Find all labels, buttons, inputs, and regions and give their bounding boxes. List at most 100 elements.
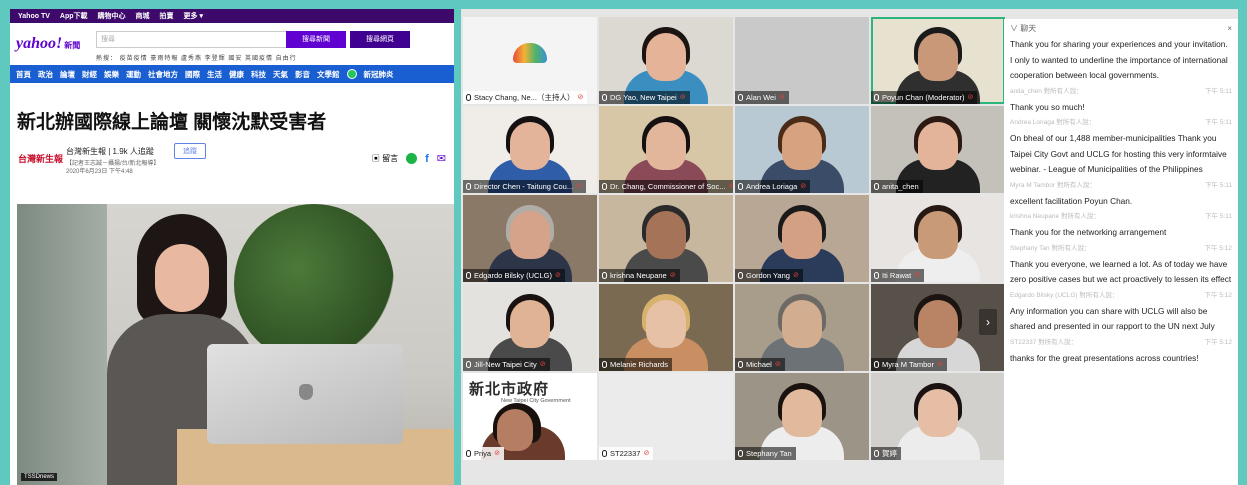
nav-tab[interactable]: 政治	[38, 69, 53, 80]
participant-tile[interactable]: Gordon Yang ⊘	[735, 195, 869, 282]
nav-tab[interactable]: 首頁	[16, 69, 31, 80]
nav-tab[interactable]: 國際	[185, 69, 200, 80]
yahoo-header: yahoo! 新聞 搜尋 搜尋新聞 搜尋網頁 熱搜： 疫苗疫情 豪雨特報 盧秀燕 …	[10, 23, 454, 65]
line-icon[interactable]	[406, 153, 418, 164]
chat-time: 下午 5:11	[1205, 181, 1232, 189]
participant-tile[interactable]: Director Chen - Taitung Cou... ⊘	[463, 106, 597, 193]
participant-tile[interactable]: 賀婷	[871, 373, 1005, 460]
mail-icon[interactable]: ✉	[437, 152, 446, 165]
microphone-icon	[738, 183, 743, 190]
participant-tile[interactable]: Dr. Chang, Commissioner of Soc... ⊘	[599, 106, 733, 193]
nav-tab[interactable]: 社會地方	[148, 69, 178, 80]
search-input[interactable]: 搜尋	[96, 31, 288, 48]
participant-tile[interactable]: krishna Neupane ⊘	[599, 195, 733, 282]
yahoo-logo[interactable]: yahoo! 新聞	[16, 35, 80, 53]
search-web-button[interactable]: 搜尋網頁	[350, 31, 410, 48]
chat-sender: Edgardo Bilsky (UCLG) 對所有人說：	[1010, 291, 1119, 299]
microphone-icon	[466, 94, 471, 101]
participant-name: DG Yao, New Taipei	[610, 93, 677, 102]
article-headline: 新北辦國際線上論壇 關懷沈默受害者	[17, 112, 327, 133]
zoom-meeting-window: Stacy Chang, Ne...（主持人） ⊘ DG Yao, New Taip…	[461, 9, 1238, 485]
nav-tab[interactable]: 科技	[251, 69, 266, 80]
participant-tile[interactable]: anita_chen	[871, 106, 1005, 193]
participant-tile[interactable]: Alan Wei ⊘	[735, 17, 869, 104]
category-nav: 首頁 政治 論壇 財經 娛樂 運動 社會地方 國際 生活 健康 科技 天氣 影音 文學館 新冠肺炎	[10, 65, 454, 83]
participant-name-label: Poyun Chan (Moderator) ⊘	[871, 91, 978, 104]
participant-tile[interactable]: Andrea Loriaga ⊘	[735, 106, 869, 193]
follow-button[interactable]: 追蹤	[174, 143, 206, 159]
source-logo[interactable]: 台灣新生報	[18, 152, 63, 165]
participant-name: Myra M Tambor	[882, 360, 934, 369]
chat-time: 下午 5:11	[1205, 87, 1232, 95]
organization-logo-icon	[513, 43, 547, 63]
top-link[interactable]: Yahoo TV	[18, 13, 50, 20]
participant-face	[918, 300, 958, 348]
microphone-icon	[602, 450, 607, 457]
participant-name: Stephany Tan	[746, 449, 792, 458]
chat-close-icon[interactable]: ×	[1227, 24, 1232, 33]
participant-name: Jill-New Taipei City	[474, 360, 537, 369]
participant-face	[497, 409, 533, 451]
participant-tile[interactable]: Michael ⊘	[735, 284, 869, 371]
chat-messages: Thank you for sharing your experiences a…	[1004, 37, 1238, 366]
participant-tile[interactable]: Melanie Richards	[599, 284, 733, 371]
participant-tile[interactable]: Jill-New Taipei City ⊘	[463, 284, 597, 371]
participant-name-label: Edgardo Bilsky (UCLG) ⊘	[463, 269, 565, 282]
participant-tile[interactable]: Poyun Chan (Moderator) ⊘	[871, 17, 1005, 104]
microphone-icon	[738, 361, 743, 368]
participant-face	[646, 300, 686, 348]
participant-name: anita_chen	[882, 182, 919, 191]
participant-name-label: ST22337 ⊘	[599, 447, 654, 460]
participant-tile[interactable]: Stephany Tan	[735, 373, 869, 460]
trending-links[interactable]: 熱搜： 疫苗疫情 豪雨特報 盧秀燕 李登輝 國安 英國疫情 自由行	[96, 53, 297, 62]
chat-message: Thank you everyone, we learned a lot. As…	[1010, 258, 1232, 285]
nav-tab[interactable]: 天氣	[273, 69, 288, 80]
next-page-arrow[interactable]: ›	[979, 309, 997, 335]
chat-message: Any information you can share with UCLG …	[1010, 305, 1215, 332]
participant-tile[interactable]: 新北市政府 New Taipei City Government Priya ⊘	[463, 373, 597, 460]
participant-tile[interactable]: Iti Rawat ⊘	[871, 195, 1005, 282]
participant-tile[interactable]: Stacy Chang, Ne...（主持人） ⊘	[463, 17, 597, 104]
participant-tile[interactable]: ST22337 ⊘	[599, 373, 733, 460]
microphone-icon	[602, 183, 607, 190]
nav-tab[interactable]: 運動	[126, 69, 141, 80]
top-link[interactable]: 商城	[136, 11, 150, 21]
facebook-icon[interactable]: f	[425, 153, 429, 165]
microphone-icon	[466, 450, 471, 457]
participant-face	[918, 122, 958, 170]
participant-name-label: Priya ⊘	[463, 447, 504, 460]
muted-mic-icon: ⊘	[967, 94, 974, 101]
participant-tile[interactable]: DG Yao, New Taipei ⊘	[599, 17, 733, 104]
participant-name: Director Chen - Taitung Cou...	[474, 182, 574, 191]
photo-plant	[234, 204, 394, 364]
nav-tab[interactable]: 健康	[229, 69, 244, 80]
nav-tab[interactable]: 生活	[207, 69, 222, 80]
nav-tab[interactable]: 新冠肺炎	[364, 69, 394, 80]
muted-mic-icon: ⊘	[554, 272, 561, 279]
chat-message: On bheal of our 1,488 member-municipalit…	[1010, 133, 1227, 174]
nav-tab[interactable]: 文學館	[317, 69, 340, 80]
nav-tab[interactable]: 財經	[82, 69, 97, 80]
top-link[interactable]: App下載	[60, 11, 88, 21]
microphone-icon	[466, 361, 471, 368]
participant-tile[interactable]: Edgardo Bilsky (UCLG) ⊘	[463, 195, 597, 282]
participant-name: Alan Wei	[746, 93, 776, 102]
chat-sender: krishna Neupane 對所有人說：	[1010, 213, 1100, 220]
muted-mic-icon: ⊘	[728, 183, 733, 190]
nav-tab[interactable]: 娛樂	[104, 69, 119, 80]
chat-title[interactable]: ∨ 聊天	[1010, 23, 1036, 34]
nav-tab[interactable]: 論壇	[60, 69, 75, 80]
search-news-button[interactable]: 搜尋新聞	[286, 31, 346, 48]
comment-icon[interactable]: ▣ 留言	[372, 153, 398, 164]
top-link[interactable]: 更多 ▾	[184, 11, 203, 21]
article-meta: 台灣新生報 台灣新生報 | 1.9k 人追蹤 追蹤 【記者王志誠－攝揚/台/新北…	[10, 142, 454, 190]
nav-tab[interactable]: 影音	[295, 69, 310, 80]
microphone-icon	[874, 450, 879, 457]
top-link[interactable]: 購物中心	[98, 11, 126, 21]
participant-name: Edgardo Bilsky (UCLG)	[474, 271, 552, 280]
chat-time: 下午 5:11	[1205, 213, 1232, 220]
chat-panel: ∨ 聊天 × Thank you for sharing your experi…	[1004, 19, 1238, 485]
muted-mic-icon: ⊘	[914, 272, 921, 279]
chat-message: Thank you for sharing your experiences a…	[1010, 39, 1228, 80]
top-link[interactable]: 拍賣	[160, 11, 174, 21]
